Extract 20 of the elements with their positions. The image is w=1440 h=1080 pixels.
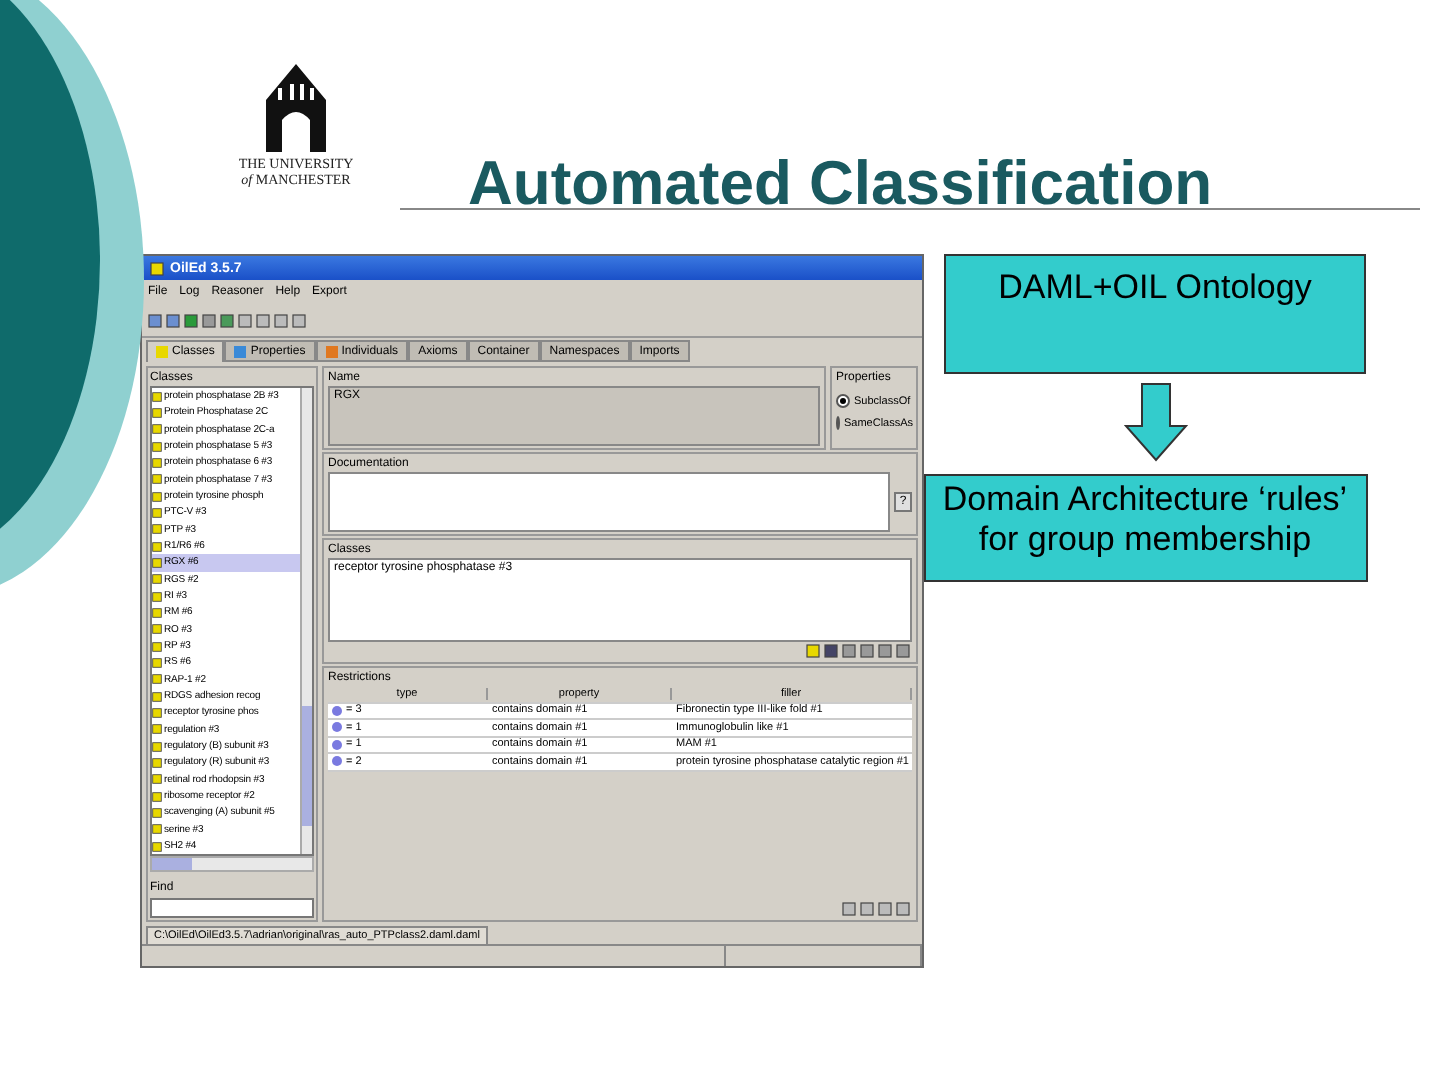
square-icon[interactable] <box>860 902 874 916</box>
square-icon[interactable] <box>896 644 910 658</box>
square-icon[interactable] <box>842 644 856 658</box>
square-icon[interactable] <box>806 644 820 658</box>
scrollbar[interactable] <box>300 388 312 854</box>
slide-title: Automated Classification <box>468 148 1213 220</box>
find-field[interactable] <box>150 898 314 918</box>
horizontal-scrollbar[interactable] <box>150 856 314 872</box>
square-icon[interactable] <box>842 902 856 916</box>
square-icon[interactable] <box>824 644 838 658</box>
square-icon[interactable] <box>878 644 892 658</box>
rules-box: Domain Architecture ‘rules’ for group membership <box>923 474 1367 582</box>
square-icon[interactable] <box>220 313 234 327</box>
square-icon[interactable] <box>860 644 874 658</box>
square-icon[interactable] <box>896 902 910 916</box>
documentation-field[interactable] <box>328 472 890 532</box>
square-icon[interactable] <box>878 902 892 916</box>
down-arrow <box>1123 382 1187 462</box>
app-icon <box>150 261 164 275</box>
ontology-box: DAML+OIL Ontology <box>944 254 1366 374</box>
